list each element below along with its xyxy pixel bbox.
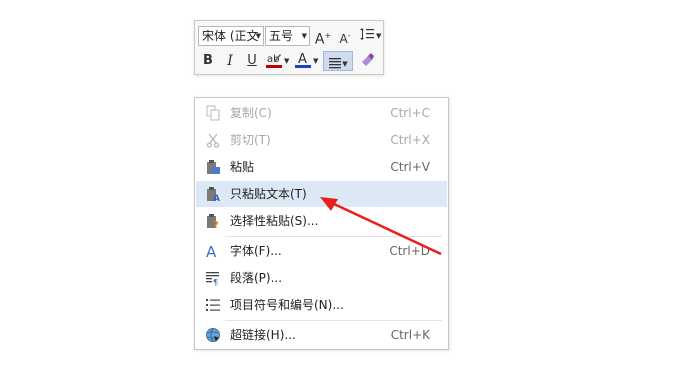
annotation-arrow	[320, 197, 442, 256]
